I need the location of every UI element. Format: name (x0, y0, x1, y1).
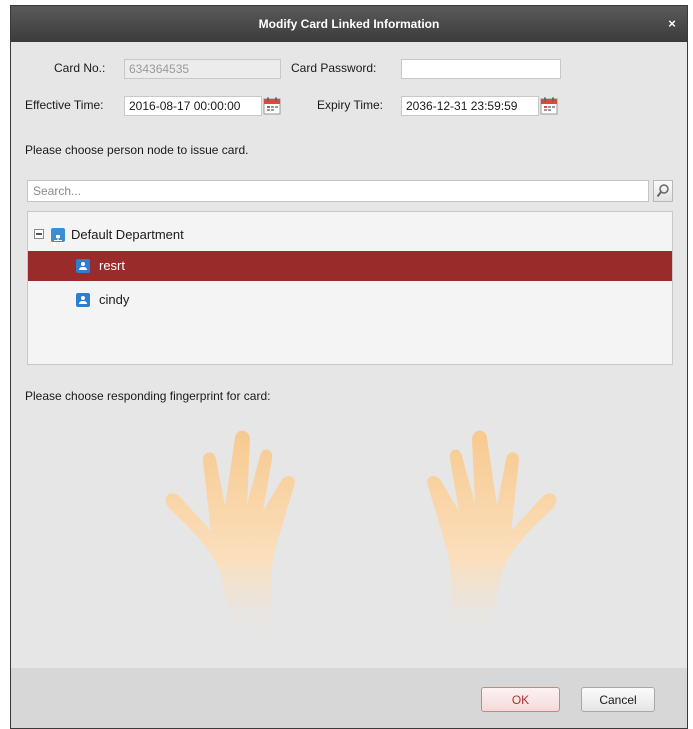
ok-button[interactable]: OK (481, 687, 560, 712)
person-icon (76, 259, 90, 273)
tree-node-department[interactable]: Default Department (28, 220, 672, 250)
hands-illustration (165, 430, 557, 646)
fingerprint-prompt: Please choose responding fingerprint for… (25, 389, 271, 403)
person-name: resrt (99, 258, 125, 273)
right-hand-icon[interactable] (427, 430, 557, 646)
person-tree: Default Department resrt cindy (27, 211, 673, 365)
close-icon[interactable]: × (665, 6, 679, 42)
left-hand-icon[interactable] (165, 430, 295, 646)
modify-card-dialog: Modify Card Linked Information × Card No… (10, 5, 688, 729)
title-bar: Modify Card Linked Information (11, 6, 687, 42)
calendar-icon[interactable] (263, 97, 281, 115)
tree-node-person[interactable]: cindy (28, 285, 672, 315)
card-no-label: Card No.: (54, 61, 106, 75)
card-password-label: Card Password: (291, 61, 377, 75)
department-icon (51, 228, 65, 245)
department-label: Default Department (71, 227, 184, 242)
effective-time-field[interactable] (124, 96, 262, 116)
effective-time-label: Effective Time: (25, 98, 104, 112)
collapse-icon[interactable] (34, 229, 44, 239)
card-password-field[interactable] (401, 59, 561, 79)
search-input[interactable] (27, 180, 649, 202)
person-name: cindy (99, 292, 130, 307)
expiry-time-field[interactable] (401, 96, 539, 116)
calendar-icon[interactable] (540, 97, 558, 115)
card-no-field[interactable] (124, 59, 281, 79)
tree-node-person[interactable]: resrt (28, 251, 672, 281)
search-icon (656, 184, 669, 198)
person-icon (76, 293, 90, 307)
search-button[interactable] (653, 180, 673, 202)
cancel-button[interactable]: Cancel (581, 687, 655, 712)
expiry-time-label: Expiry Time: (317, 98, 384, 112)
dialog-title: Modify Card Linked Information (258, 17, 440, 31)
person-prompt: Please choose person node to issue card. (25, 143, 249, 157)
